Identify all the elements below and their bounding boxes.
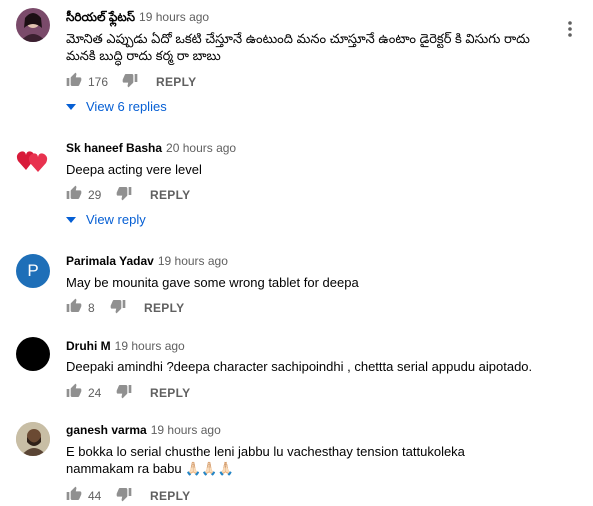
thumbs-up-icon[interactable] bbox=[66, 185, 82, 201]
comment-author[interactable]: సీరియల్ ఫ్లేటస్ 19 hours ago bbox=[66, 10, 209, 27]
comment-time[interactable]: 19 hours ago bbox=[158, 254, 228, 268]
view-replies-button[interactable]: View 6 replies bbox=[66, 99, 167, 114]
avatar[interactable]: P bbox=[16, 254, 50, 288]
comment-author[interactable]: Sk haneef Basha 20 hours ago bbox=[66, 141, 236, 155]
like-count: 44 bbox=[88, 489, 102, 503]
thumbs-down-icon[interactable] bbox=[116, 185, 132, 201]
reply-button[interactable]: REPLY bbox=[150, 188, 190, 202]
thumbs-up-icon[interactable] bbox=[66, 72, 82, 88]
comment-text: E bokka lo serial chusthe leni jabbu lu … bbox=[66, 444, 465, 476]
like-count: 8 bbox=[88, 301, 95, 315]
author-name[interactable]: Sk haneef Basha bbox=[66, 141, 162, 155]
author-name[interactable]: Parimala Yadav bbox=[66, 254, 154, 268]
reply-button[interactable]: REPLY bbox=[150, 489, 190, 503]
comment-text: మోనిత ఎప్పుడు ఏదో ఒకటి చేస్తూనే ఉంటుంది … bbox=[66, 31, 530, 63]
thumbs-down-icon[interactable] bbox=[110, 298, 126, 314]
thumbs-down-icon[interactable] bbox=[122, 72, 138, 88]
comment-time[interactable]: 20 hours ago bbox=[166, 141, 236, 155]
comment-text: Deepaki amindhi ?deepa character sachipo… bbox=[66, 359, 533, 374]
like-count: 24 bbox=[88, 386, 102, 400]
thumbs-up-icon[interactable] bbox=[66, 298, 82, 314]
author-name[interactable]: ganesh varma bbox=[66, 423, 147, 437]
thumbs-down-icon[interactable] bbox=[116, 486, 132, 502]
thumbs-down-icon[interactable] bbox=[116, 383, 132, 399]
chevron-down-icon bbox=[66, 216, 76, 223]
avatar[interactable] bbox=[16, 8, 50, 42]
comment-text: May be mounita gave some wrong tablet fo… bbox=[66, 275, 359, 290]
reply-button[interactable]: REPLY bbox=[144, 301, 184, 315]
comment-author[interactable]: Druhi M 19 hours ago bbox=[66, 339, 185, 353]
like-count: 29 bbox=[88, 188, 102, 202]
thumbs-up-icon[interactable] bbox=[66, 383, 82, 399]
author-name[interactable]: Druhi M bbox=[66, 339, 111, 353]
comment-time[interactable]: 19 hours ago bbox=[115, 339, 185, 353]
comment-text: Deepa acting vere level bbox=[66, 162, 202, 177]
comment-time[interactable]: 19 hours ago bbox=[139, 10, 209, 24]
comment-time[interactable]: 19 hours ago bbox=[151, 423, 221, 437]
chevron-down-icon bbox=[66, 103, 76, 110]
more-options-icon[interactable] bbox=[563, 20, 577, 43]
comment-author[interactable]: ganesh varma 19 hours ago bbox=[66, 423, 221, 437]
comment-author[interactable]: Parimala Yadav 19 hours ago bbox=[66, 254, 228, 268]
view-replies-button[interactable]: View reply bbox=[66, 212, 146, 227]
reply-button[interactable]: REPLY bbox=[156, 75, 196, 89]
avatar[interactable] bbox=[16, 337, 50, 371]
view-replies-label: View reply bbox=[86, 212, 146, 227]
reply-button[interactable]: REPLY bbox=[150, 386, 190, 400]
view-replies-label: View 6 replies bbox=[86, 99, 167, 114]
avatar[interactable] bbox=[16, 422, 50, 456]
like-count: 176 bbox=[88, 75, 109, 89]
avatar[interactable] bbox=[16, 142, 50, 176]
thumbs-up-icon[interactable] bbox=[66, 486, 82, 502]
author-name[interactable]: సీరియల్ ఫ్లేటస్ bbox=[66, 10, 135, 24]
